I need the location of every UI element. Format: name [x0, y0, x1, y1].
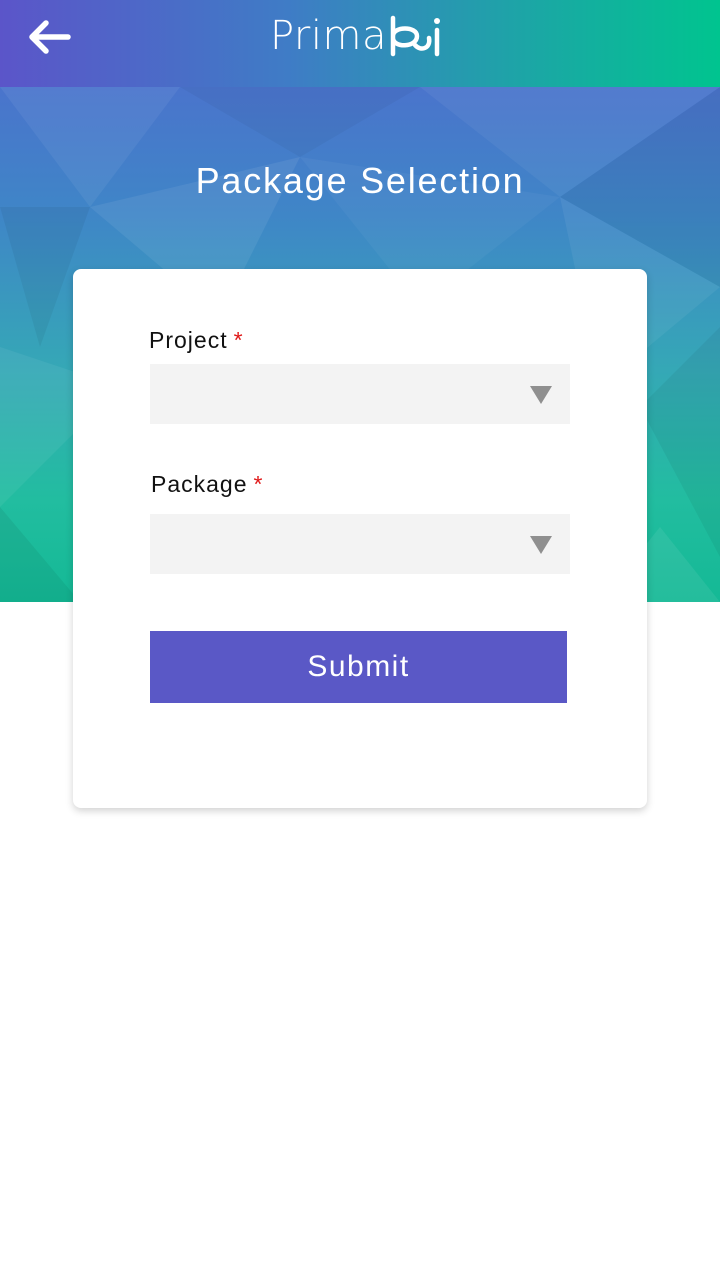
- primabi-logo: Prima: [270, 14, 451, 58]
- submit-button[interactable]: Submit: [150, 631, 567, 703]
- package-select[interactable]: [150, 514, 570, 574]
- back-button[interactable]: [26, 16, 74, 58]
- package-label-text: Package: [151, 471, 248, 497]
- page-title: Package Selection: [195, 160, 525, 201]
- arrow-left-icon: [29, 20, 71, 54]
- package-label: Package *: [151, 470, 263, 498]
- logo-bi-mark: [390, 15, 440, 57]
- project-label: Project *: [149, 326, 244, 354]
- project-required-mark: *: [233, 327, 244, 353]
- dropdown-caret-icon: [530, 386, 552, 404]
- dropdown-caret-icon: [530, 536, 552, 554]
- project-select[interactable]: [150, 364, 570, 424]
- app-header: Prima: [0, 0, 720, 87]
- logo-text: Prima: [270, 13, 387, 59]
- project-label-text: Project: [149, 327, 228, 353]
- package-required-mark: *: [253, 471, 264, 497]
- package-selection-form: Project * Package * Submit: [73, 269, 647, 808]
